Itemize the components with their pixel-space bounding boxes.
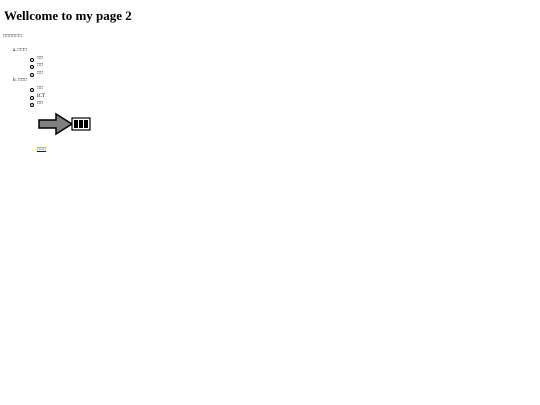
outline-marker: a. <box>13 48 17 53</box>
arrow-right-icon <box>38 112 91 136</box>
outline-marker: b. <box>13 78 17 83</box>
page-title: Wellcome to my page 2 <box>4 8 132 23</box>
list-item: □□ <box>37 63 44 68</box>
list-item: ICT <box>37 94 46 99</box>
bullet-icon <box>30 65 34 69</box>
outline-item-a: a. □□□ <box>13 48 27 54</box>
bullet-icon <box>30 96 34 100</box>
bullet-icon <box>30 58 34 62</box>
bullet-icon <box>30 103 34 107</box>
list-item: □□ <box>37 101 44 106</box>
bullet-icon <box>30 88 34 92</box>
outline-label: □□□ <box>17 48 27 53</box>
bullet-icon <box>30 73 34 77</box>
list-item: □□ <box>37 86 44 91</box>
outline-item-b: b. □□□ <box>13 78 27 84</box>
list-item: □□ <box>37 56 44 61</box>
list-item: □□ <box>37 71 44 76</box>
page-link[interactable]: □□□ <box>37 147 46 152</box>
intro-text: □□□□□□: <box>3 34 23 39</box>
outline-label: □□□ <box>18 78 28 83</box>
